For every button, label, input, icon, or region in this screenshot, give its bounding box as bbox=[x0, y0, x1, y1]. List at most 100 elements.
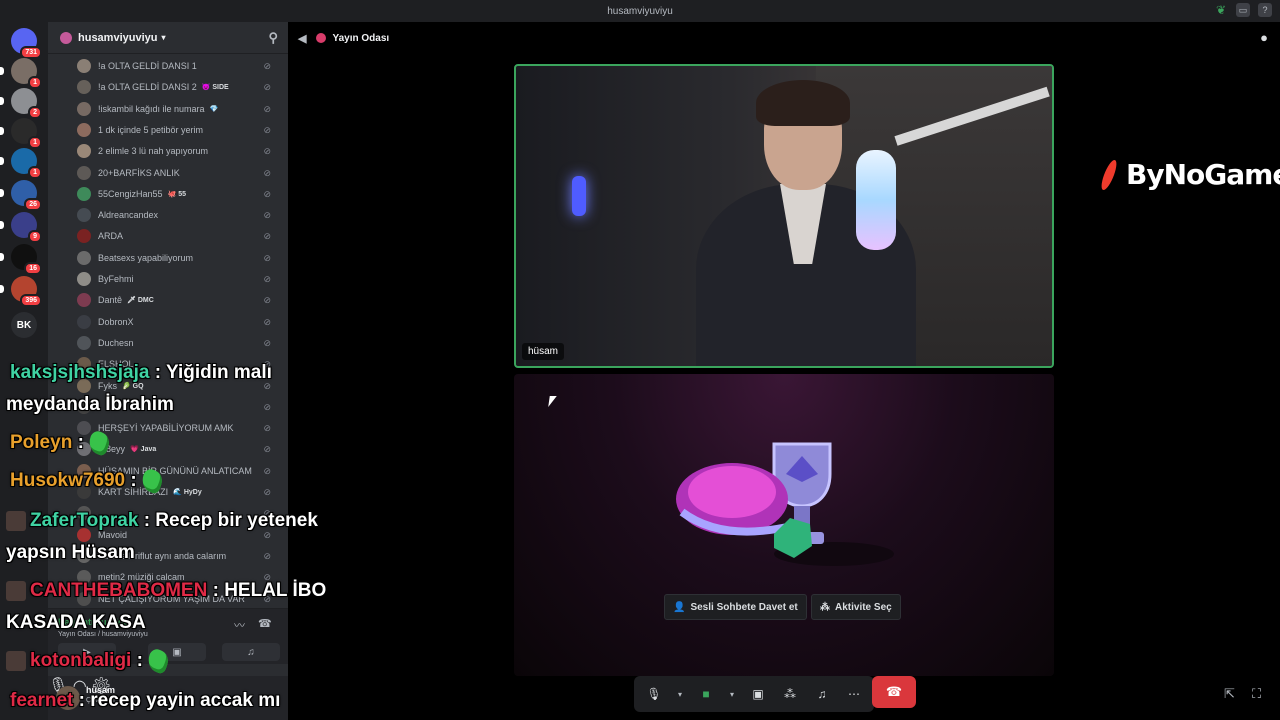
avatar bbox=[77, 250, 91, 265]
server-icon[interactable]: 26 bbox=[0, 180, 42, 211]
member-row[interactable]: 20+BARFİKS ANLIK ⊘ bbox=[77, 163, 281, 183]
member-row[interactable]: ⊘ bbox=[77, 503, 281, 523]
unread-indicator bbox=[0, 67, 4, 75]
window-titlebar: husamviyuviyu ❦ ▭ ? bbox=[0, 0, 1280, 22]
video-lamp bbox=[572, 176, 586, 216]
video-microphone bbox=[856, 150, 896, 250]
popout-icon[interactable]: ⇱ bbox=[1224, 686, 1235, 702]
help-icon[interactable]: ? bbox=[1258, 3, 1272, 17]
soundboard-button[interactable]: ♫ bbox=[810, 682, 834, 706]
channel-sidebar: husamviyuviyu ▾ ⚲ !a OLTA GELDİ DANSI 1 ⊘… bbox=[48, 22, 288, 720]
member-name: Aldreancandex bbox=[98, 210, 159, 221]
notification-badge: 26 bbox=[24, 198, 42, 211]
member-row[interactable]: 1 dk içinde 5 petibör yerim ⊘ bbox=[77, 120, 281, 140]
member-row[interactable]: 2 elimle 3 lü nah yapıyorum ⊘ bbox=[77, 141, 281, 161]
member-name: 2 elimle 3 lü nah yapıyorum bbox=[98, 146, 209, 157]
fullscreen-icon[interactable]: ⛶ bbox=[1252, 686, 1261, 702]
member-row[interactable]: Dantê 🗡 DMC ⊘ bbox=[77, 290, 281, 310]
server-icon[interactable]: 1 bbox=[0, 148, 42, 179]
member-name: Dantê bbox=[98, 295, 123, 306]
choose-activity-button[interactable]: ⁂ Aktivite Seç bbox=[811, 594, 901, 620]
member-row[interactable]: hareketleriflut aynı anda calarım ⊘ bbox=[77, 546, 281, 566]
screen-share-button[interactable]: ▣ bbox=[746, 682, 770, 706]
member-row[interactable]: ra8eyy 💗 Java ⊘ bbox=[77, 439, 281, 459]
mic-muted-icon: ⊘ bbox=[263, 423, 271, 434]
member-name: DobronX bbox=[98, 316, 134, 327]
member-name: ELSHOL bbox=[98, 359, 134, 370]
member-row[interactable]: ByFehmi ⊘ bbox=[77, 269, 281, 289]
server-icon[interactable]: 1 bbox=[0, 58, 42, 89]
camera-button[interactable]: ■ bbox=[694, 682, 718, 706]
member-row[interactable]: 55CengizHan55 🐙 55 ⊘ bbox=[77, 184, 281, 204]
soundboard-button[interactable]: ♫ bbox=[222, 643, 280, 661]
mic-muted-icon: ⊘ bbox=[263, 167, 271, 178]
member-name: Mavoid bbox=[98, 529, 128, 540]
activities-button[interactable]: ⁂ bbox=[778, 682, 802, 706]
member-name: ARDA bbox=[98, 231, 124, 242]
noise-suppression-icon[interactable]: 〰 bbox=[234, 617, 245, 633]
member-row[interactable]: ELSHOL ⊘ bbox=[77, 354, 281, 374]
mic-muted-icon: ⊘ bbox=[263, 146, 271, 157]
member-row[interactable]: ARDA ⊘ bbox=[77, 226, 281, 246]
member-row[interactable]: DobronX ⊘ bbox=[77, 312, 281, 332]
disconnect-icon[interactable]: ☎ bbox=[258, 617, 272, 630]
member-row[interactable]: !a OLTA GELDİ DANSI 1 ⊘ bbox=[77, 56, 281, 76]
add-user-icon[interactable]: ⚲ bbox=[268, 30, 278, 46]
server-icon[interactable]: 9 bbox=[0, 212, 42, 243]
speaker-icon[interactable]: ◀ bbox=[298, 32, 306, 45]
server-label: BK bbox=[16, 319, 32, 331]
camera-button[interactable]: ▶ bbox=[58, 643, 116, 661]
screen-share-button[interactable]: ▣ bbox=[148, 643, 206, 661]
more-options-icon[interactable]: ⋯ bbox=[842, 682, 866, 706]
member-row[interactable]: Duchesn ⊘ bbox=[77, 333, 281, 353]
member-row[interactable]: NET ÇALIŞIYORUM YAŞIM DA VAR ⊘ bbox=[77, 589, 281, 609]
server-icon[interactable]: BK bbox=[11, 312, 37, 338]
invite-voice-button[interactable]: 👤 Sesli Sohbete Davet et bbox=[664, 594, 807, 620]
member-row[interactable]: Beatsexs yapabiliyorum ⊘ bbox=[77, 248, 281, 268]
member-tag: 🐙 55 bbox=[167, 190, 186, 198]
member-name: 55CengizHan55 bbox=[98, 188, 163, 199]
member-row[interactable]: Aldreancandex ⊘ bbox=[77, 205, 281, 225]
member-row[interactable]: KART SİHİRBAZI 🌊 HyDy ⊘ bbox=[77, 482, 281, 502]
member-row[interactable]: ⊘ bbox=[77, 397, 281, 417]
microphone-button[interactable]: 🎙 bbox=[642, 682, 666, 706]
server-icon[interactable]: 1 bbox=[0, 118, 42, 149]
member-row[interactable]: HERŞEYİ YAPABİLİYORUM AMK ⊘ bbox=[77, 418, 281, 438]
mic-muted-icon: ⊘ bbox=[263, 274, 271, 284]
avatar bbox=[77, 59, 91, 73]
member-row[interactable]: !iskambil kağıdı ile numara 💎 ⊘ bbox=[77, 99, 281, 119]
mic-muted-icon: ⊘ bbox=[263, 550, 271, 561]
member-tag: 💗 Java bbox=[130, 446, 157, 454]
server-icon[interactable]: 2 bbox=[0, 88, 42, 119]
member-name: Fyks bbox=[98, 380, 117, 391]
inbox-icon[interactable]: ▭ bbox=[1236, 3, 1250, 17]
mic-muted-icon: ⊘ bbox=[263, 103, 271, 114]
member-row[interactable]: HÜSAMIN BİR GÜNÜNÜ ANLATICAM ⊘ bbox=[77, 461, 281, 481]
member-tag: 🥬 GQ bbox=[122, 382, 144, 390]
server-icon[interactable]: 396 bbox=[0, 276, 42, 307]
chevron-down-icon: ▾ bbox=[161, 33, 166, 42]
avatar[interactable] bbox=[56, 686, 80, 710]
member-row[interactable]: Fyks 🥬 GQ ⊘ bbox=[77, 376, 281, 396]
member-row[interactable]: metin2 müziği calcam ⊘ bbox=[77, 567, 281, 587]
server-icon[interactable]: 731 bbox=[11, 28, 42, 59]
grid-icon: ⁂ bbox=[820, 601, 830, 613]
chevron-down-icon[interactable]: ▾ bbox=[674, 682, 686, 706]
voice-room[interactable]: Yayın Odası / husamviyuviyu bbox=[58, 631, 148, 638]
participant-video-tile[interactable]: hüsam bbox=[514, 64, 1054, 368]
server-icon[interactable]: 16 bbox=[0, 244, 42, 275]
avatar bbox=[77, 335, 91, 350]
member-name: hareketleriflut aynı anda calarım bbox=[98, 550, 227, 561]
avatar bbox=[77, 144, 91, 159]
chat-bubble-icon[interactable]: ● bbox=[1260, 30, 1268, 45]
chevron-down-icon[interactable]: ▾ bbox=[726, 682, 738, 706]
stage-channel-icon bbox=[60, 31, 72, 44]
channel-header[interactable]: husamviyuviyu ▾ ⚲ bbox=[48, 22, 288, 54]
leaf-icon[interactable]: ❦ bbox=[1214, 3, 1228, 17]
member-row[interactable]: !a OLTA GELDİ DANSI 2 😈 SIDE ⊘ bbox=[77, 77, 281, 97]
member-row[interactable]: Mavoid ⊘ bbox=[77, 525, 281, 545]
disconnect-button[interactable]: ☎ bbox=[872, 676, 916, 708]
user-name: hüsam bbox=[86, 685, 116, 695]
mic-muted-icon: ⊘ bbox=[263, 465, 271, 476]
notification-badge: 1 bbox=[28, 166, 42, 179]
